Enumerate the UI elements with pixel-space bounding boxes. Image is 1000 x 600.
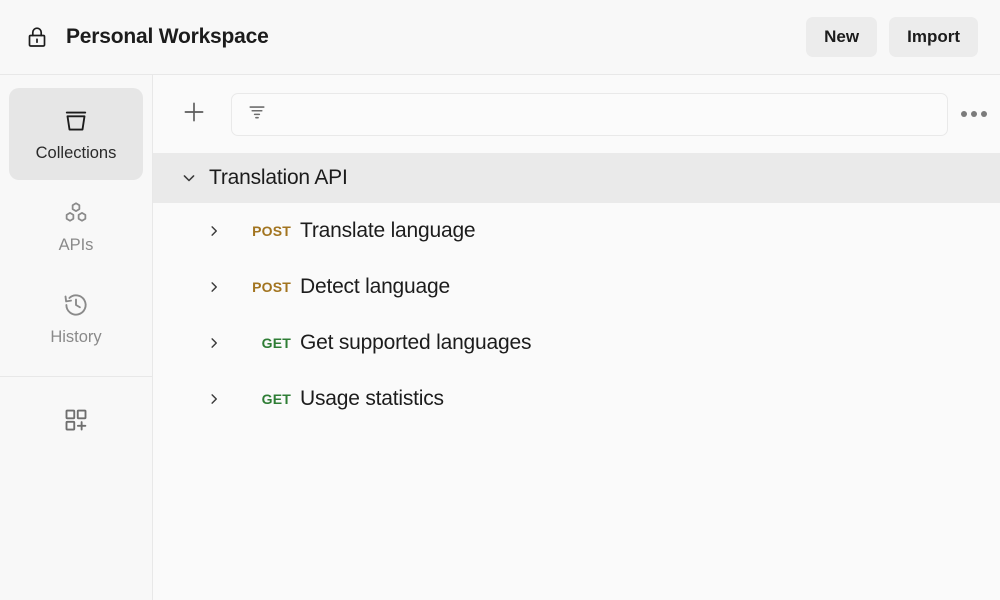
sidebar-item-apis[interactable]: APIs	[9, 180, 143, 272]
chevron-right-icon[interactable]	[205, 222, 235, 240]
collection-row-translation-api[interactable]: Translation API	[153, 153, 1000, 203]
sidebar-item-history[interactable]: History	[9, 272, 143, 364]
collections-toolbar	[153, 75, 1000, 153]
collections-panel: Translation API POST Translate language	[153, 75, 1000, 600]
filter-icon	[246, 101, 268, 128]
request-row[interactable]: GET Usage statistics	[153, 371, 1000, 427]
request-row[interactable]: POST Translate language	[153, 203, 1000, 259]
collection-icon	[61, 106, 91, 136]
collections-tree: Translation API POST Translate language	[153, 153, 1000, 600]
request-name: Usage statistics	[300, 387, 444, 410]
sidebar: Collections APIs History	[0, 75, 153, 600]
plus-icon	[180, 98, 208, 131]
add-collection-button[interactable]	[175, 95, 213, 133]
chevron-down-icon[interactable]	[179, 168, 209, 188]
new-button[interactable]: New	[806, 17, 878, 57]
filter-search-box[interactable]	[231, 92, 948, 136]
request-name: Translate language	[300, 219, 476, 242]
request-method: GET	[261, 335, 291, 351]
chevron-right-icon[interactable]	[205, 278, 235, 296]
search-input[interactable]	[280, 93, 933, 135]
sidebar-item-label: History	[50, 328, 102, 347]
request-row[interactable]: GET Get supported languages	[153, 315, 1000, 371]
hexagons-icon	[61, 198, 91, 228]
lock-icon	[24, 24, 50, 50]
clock-history-icon	[61, 290, 91, 320]
grid-plus-icon	[61, 405, 91, 440]
app-window: Personal Workspace New Import Collection…	[0, 0, 1000, 600]
more-horizontal-icon	[961, 111, 987, 117]
sidebar-item-label: APIs	[58, 236, 94, 255]
collection-name: Translation API	[209, 166, 348, 189]
import-button[interactable]: Import	[889, 17, 978, 57]
request-name: Detect language	[300, 275, 450, 298]
more-options-button[interactable]	[948, 93, 1000, 136]
request-method: GET	[261, 391, 291, 407]
add-module-button[interactable]	[0, 377, 152, 467]
request-method: POST	[252, 279, 291, 295]
sidebar-item-collections[interactable]: Collections	[9, 88, 143, 180]
request-name: Get supported languages	[300, 331, 532, 354]
header-actions: New Import	[806, 17, 978, 57]
workspace-header: Personal Workspace New Import	[0, 0, 1000, 75]
request-method: POST	[252, 223, 291, 239]
chevron-right-icon[interactable]	[205, 390, 235, 408]
app-body: Collections APIs History Translation API…	[0, 75, 1000, 600]
sidebar-item-label: Collections	[35, 144, 117, 163]
chevron-right-icon[interactable]	[205, 334, 235, 352]
request-row[interactable]: POST Detect language	[153, 259, 1000, 315]
page-title: Personal Workspace	[66, 25, 269, 48]
